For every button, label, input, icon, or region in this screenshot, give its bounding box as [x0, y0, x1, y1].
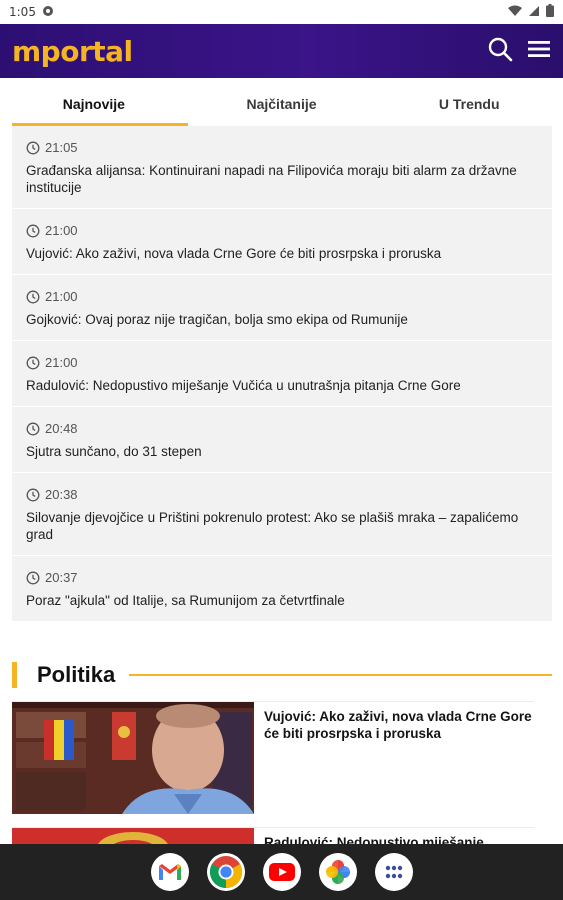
notification-icon [42, 5, 54, 20]
news-title: Poraz "ajkula" od Italije, sa Rumunijom … [26, 593, 345, 608]
battery-icon [546, 4, 554, 20]
app-header: mportal [0, 24, 563, 78]
tab-u-trendu[interactable]: U Trendu [375, 78, 563, 126]
tab-najcitanije[interactable]: Najčitanije [188, 78, 376, 126]
tab-najnovije[interactable]: Najnovije [0, 78, 188, 126]
wifi-icon [508, 5, 522, 20]
search-icon[interactable] [487, 36, 513, 67]
news-item[interactable]: 20:37 Poraz "ajkula" od Italije, sa Rumu… [12, 556, 552, 622]
news-item[interactable]: 21:05 Građanska alijansa: Kontinuirani n… [12, 126, 552, 209]
news-title: Gojković: Ovaj poraz nije tragičan, bolj… [26, 312, 408, 327]
news-time: 21:00 [45, 355, 78, 370]
status-bar: 1:05 [0, 0, 563, 24]
clock-icon [26, 224, 40, 237]
news-time: 21:00 [45, 289, 78, 304]
tab-bar: Najnovije Najčitanije U Trendu [0, 78, 563, 126]
section-accent-bar [12, 662, 17, 688]
mportal-logo[interactable]: mportal [12, 35, 133, 68]
news-time: 20:37 [45, 570, 78, 585]
news-item[interactable]: 20:38 Silovanje djevojčice u Prištini po… [12, 473, 552, 556]
clock-icon [26, 356, 40, 369]
chrome-icon[interactable] [206, 853, 245, 891]
news-item[interactable]: 21:00 Vujović: Ako zaživi, nova vlada Cr… [12, 209, 552, 275]
news-item[interactable]: 21:00 Radulović: Nedopustivo miješanje V… [12, 341, 552, 407]
clock-icon [26, 422, 40, 435]
article-headline[interactable]: Vujović: Ako zaživi, nova vlada Crne Gor… [254, 702, 534, 814]
section-header-politika: Politika [12, 660, 552, 690]
news-time: 21:00 [45, 223, 78, 238]
section-divider [129, 674, 552, 676]
clock-icon [26, 290, 40, 303]
clock-icon [26, 488, 40, 501]
youtube-icon[interactable] [262, 853, 301, 891]
news-title: Sjutra sunčano, do 31 stepen [26, 444, 202, 459]
article-thumbnail[interactable] [12, 702, 254, 814]
news-item[interactable]: 20:48 Sjutra sunčano, do 31 stepen [12, 407, 552, 473]
article-card[interactable]: Vujović: Ako zaživi, nova vlada Crne Gor… [12, 701, 534, 814]
status-time: 1:05 [9, 5, 36, 19]
section-title[interactable]: Politika [37, 662, 115, 688]
news-item[interactable]: 21:00 Gojković: Ovaj poraz nije tragičan… [12, 275, 552, 341]
menu-icon[interactable] [527, 39, 551, 64]
news-time: 21:05 [45, 140, 78, 155]
app-drawer-icon[interactable] [374, 853, 413, 891]
clock-icon [26, 571, 40, 584]
gmail-icon[interactable] [150, 853, 189, 891]
photos-icon[interactable] [318, 853, 357, 891]
news-title: Građanska alijansa: Kontinuirani napadi … [26, 163, 517, 195]
news-title: Radulović: Nedopustivo miješanje Vučića … [26, 378, 461, 393]
news-time: 20:48 [45, 421, 78, 436]
clock-icon [26, 141, 40, 154]
android-dock [0, 844, 563, 900]
news-title: Vujović: Ako zaživi, nova vlada Crne Gor… [26, 246, 442, 261]
news-title: Silovanje djevojčice u Prištini pokrenul… [26, 510, 519, 542]
news-time: 20:38 [45, 487, 78, 502]
signal-icon [528, 5, 540, 20]
latest-news-list: 21:05 Građanska alijansa: Kontinuirani n… [12, 126, 552, 622]
